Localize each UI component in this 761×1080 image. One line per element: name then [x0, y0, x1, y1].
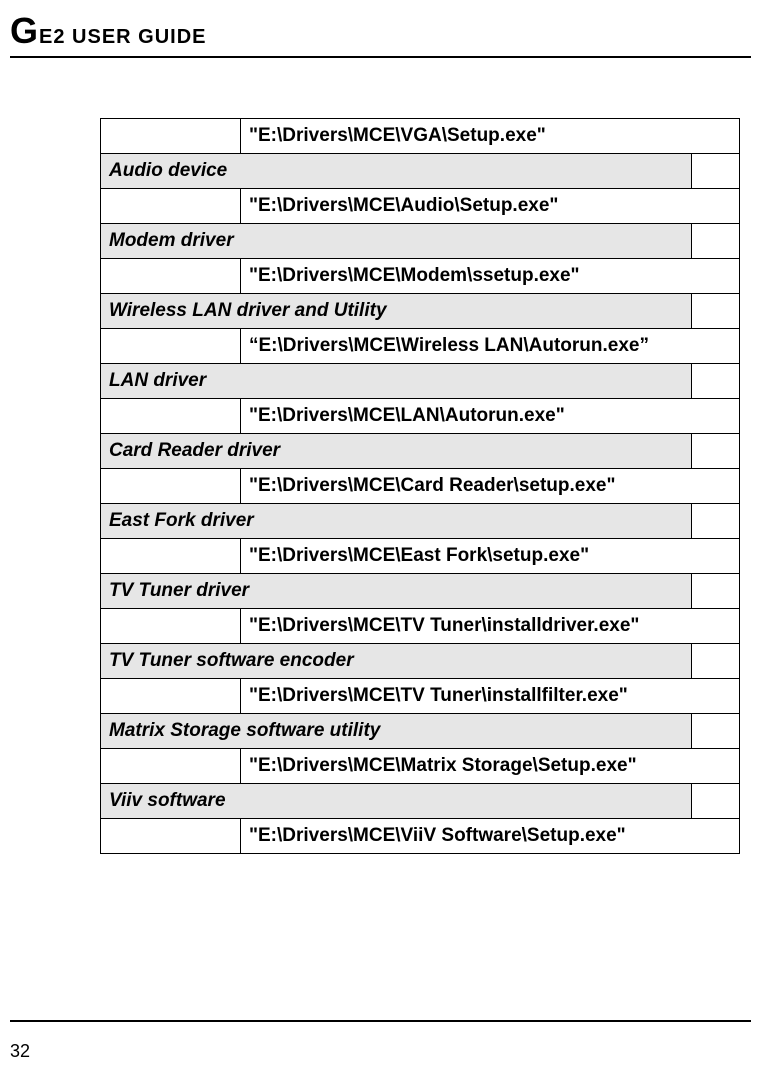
table-row: TV Tuner software encoder [101, 644, 740, 679]
path-cell: "E:\Drivers\MCE\LAN\Autorun.exe" [241, 399, 740, 434]
header-rule [10, 56, 751, 58]
table-row: "E:\Drivers\MCE\Matrix Storage\Setup.exe… [101, 749, 740, 784]
footer-rule [10, 1020, 751, 1022]
table-row: "E:\Drivers\MCE\Audio\Setup.exe" [101, 189, 740, 224]
label-cell: LAN driver [101, 364, 692, 399]
indent-cell [101, 119, 241, 154]
indent-cell [101, 679, 241, 714]
path-cell: "E:\Drivers\MCE\Card Reader\setup.exe" [241, 469, 740, 504]
indent-cell [101, 609, 241, 644]
indent-cell [101, 329, 241, 364]
label-cell: TV Tuner software encoder [101, 644, 692, 679]
indent-cell [101, 819, 241, 854]
indent-cell [101, 189, 241, 224]
indent-cell [101, 469, 241, 504]
label-cell: Audio device [101, 154, 692, 189]
path-cell: "E:\Drivers\MCE\East Fork\setup.exe" [241, 539, 740, 574]
empty-cell [692, 574, 740, 609]
page-header: GE2 USER GUIDE [0, 0, 761, 52]
page-number: 32 [10, 1041, 30, 1062]
header-title: GE2 USER GUIDE [10, 26, 207, 48]
label-cell: Modem driver [101, 224, 692, 259]
path-cell: "E:\Drivers\MCE\Modem\ssetup.exe" [241, 259, 740, 294]
empty-cell [692, 504, 740, 539]
table-row: TV Tuner driver [101, 574, 740, 609]
table-row: "E:\Drivers\MCE\Modem\ssetup.exe" [101, 259, 740, 294]
table-row: East Fork driver [101, 504, 740, 539]
table-row: "E:\Drivers\MCE\TV Tuner\installdriver.e… [101, 609, 740, 644]
empty-cell [692, 154, 740, 189]
path-cell: "E:\Drivers\MCE\VGA\Setup.exe" [241, 119, 740, 154]
table-row: Wireless LAN driver and Utility [101, 294, 740, 329]
table-row: Viiv software [101, 784, 740, 819]
label-cell: TV Tuner driver [101, 574, 692, 609]
empty-cell [692, 364, 740, 399]
table-row: "E:\Drivers\MCE\ViiV Software\Setup.exe" [101, 819, 740, 854]
table-row: "E:\Drivers\MCE\East Fork\setup.exe" [101, 539, 740, 574]
path-cell: "E:\Drivers\MCE\Matrix Storage\Setup.exe… [241, 749, 740, 784]
indent-cell [101, 399, 241, 434]
content-area: "E:\Drivers\MCE\VGA\Setup.exe"Audio devi… [100, 118, 731, 854]
table-row: "E:\Drivers\MCE\VGA\Setup.exe" [101, 119, 740, 154]
empty-cell [692, 714, 740, 749]
path-cell: "E:\Drivers\MCE\Audio\Setup.exe" [241, 189, 740, 224]
table-row: “E:\Drivers\MCE\Wireless LAN\Autorun.exe… [101, 329, 740, 364]
driver-table: "E:\Drivers\MCE\VGA\Setup.exe"Audio devi… [100, 118, 740, 854]
path-cell: "E:\Drivers\MCE\TV Tuner\installfilter.e… [241, 679, 740, 714]
indent-cell [101, 539, 241, 574]
label-cell: Matrix Storage software utility [101, 714, 692, 749]
header-title-prefix: G [10, 10, 39, 51]
path-cell: “E:\Drivers\MCE\Wireless LAN\Autorun.exe… [241, 329, 740, 364]
table-row: "E:\Drivers\MCE\Card Reader\setup.exe" [101, 469, 740, 504]
empty-cell [692, 644, 740, 679]
table-row: LAN driver [101, 364, 740, 399]
table-row: Modem driver [101, 224, 740, 259]
table-row: "E:\Drivers\MCE\TV Tuner\installfilter.e… [101, 679, 740, 714]
label-cell: East Fork driver [101, 504, 692, 539]
page: GE2 USER GUIDE "E:\Drivers\MCE\VGA\Setup… [0, 0, 761, 1080]
path-cell: "E:\Drivers\MCE\ViiV Software\Setup.exe" [241, 819, 740, 854]
driver-table-body: "E:\Drivers\MCE\VGA\Setup.exe"Audio devi… [101, 119, 740, 854]
empty-cell [692, 224, 740, 259]
label-cell: Wireless LAN driver and Utility [101, 294, 692, 329]
path-cell: "E:\Drivers\MCE\TV Tuner\installdriver.e… [241, 609, 740, 644]
empty-cell [692, 294, 740, 329]
indent-cell [101, 259, 241, 294]
table-row: Card Reader driver [101, 434, 740, 469]
table-row: Audio device [101, 154, 740, 189]
empty-cell [692, 784, 740, 819]
table-row: Matrix Storage software utility [101, 714, 740, 749]
label-cell: Viiv software [101, 784, 692, 819]
header-title-rest: E2 USER GUIDE [39, 26, 206, 48]
empty-cell [692, 434, 740, 469]
indent-cell [101, 749, 241, 784]
label-cell: Card Reader driver [101, 434, 692, 469]
table-row: "E:\Drivers\MCE\LAN\Autorun.exe" [101, 399, 740, 434]
